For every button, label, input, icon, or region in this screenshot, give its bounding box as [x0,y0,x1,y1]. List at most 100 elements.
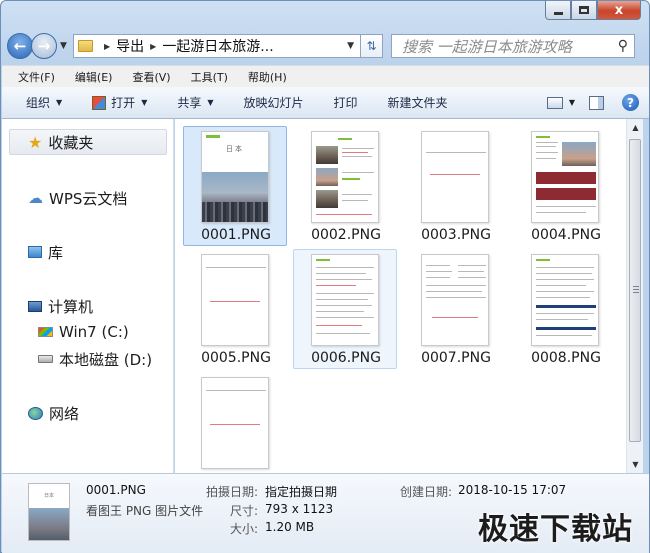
size-value: 1.20 MB [265,520,315,534]
address-history-dropdown[interactable]: ▼ [347,41,354,51]
sidebar-item-label: 收藏夹 [48,133,94,152]
maximize-button[interactable] [571,1,597,20]
city-photo [29,508,69,540]
file-name: 0006.PNG [311,350,381,366]
file-item[interactable]: 0008.PNG [513,249,617,369]
file-name: 0005.PNG [201,350,271,366]
hard-drive-icon [38,355,53,363]
forward-button[interactable]: → [31,33,57,59]
file-item[interactable]: 日本 0001.PNG [183,126,287,246]
address-bar[interactable]: ▶ 导出 ▶ 一起游日本旅游... ▼ [73,34,361,58]
sidebar-item-label: 计算机 [48,297,94,316]
share-button[interactable]: 共享 ▼ [177,94,213,111]
recent-pages-dropdown[interactable]: ▼ [60,41,70,51]
sidebar-item-label: Win7 (C:) [59,323,129,341]
arrow-down-icon: ▼ [632,460,639,469]
preview-pane-icon[interactable] [589,95,604,110]
organize-button[interactable]: 组织 ▼ [26,94,62,111]
print-label: 打印 [333,96,358,110]
sidebar-item-label: 网络 [49,404,80,423]
refresh-button[interactable]: ⇅ [361,34,383,58]
sidebar-item-label: WPS云文档 [49,189,128,208]
search-icon[interactable]: ⚲ [618,38,628,54]
dimensions-value: 793 x 1123 [265,502,334,516]
file-thumbnail [531,131,599,223]
menu-edit[interactable]: 编辑(E) [75,69,113,85]
new-folder-label: 新建文件夹 [387,96,448,110]
change-view-icon[interactable] [546,96,563,109]
minimize-button[interactable] [545,1,571,20]
file-thumbnail [201,254,269,346]
scroll-up-button[interactable]: ▲ [627,119,644,136]
file-name: 0008.PNG [531,350,601,366]
file-name: 0004.PNG [531,227,601,243]
new-folder-button[interactable]: 新建文件夹 [388,94,448,111]
command-toolbar: 组织 ▼ 打开 ▼ 共享 ▼ 放映幻灯片 打印 新建文件夹 ▼ ? [2,87,649,119]
size-label: 大小: [229,522,258,536]
file-thumbnail [311,131,379,223]
network-icon [28,406,43,420]
file-item[interactable]: 0006.PNG [293,249,397,369]
file-thumbnail [531,254,599,346]
slideshow-label: 放映幻灯片 [243,96,304,110]
arrow-right-icon: → [37,37,51,55]
refresh-icon: ⇅ [366,39,377,53]
date-created-value: 2018-10-15 17:07 [458,483,567,497]
sidebar-item-label: 本地磁盘 (D:) [59,350,153,369]
selected-file-type: 看图王 PNG 图片文件 [86,504,204,518]
vertical-scrollbar[interactable]: ▲ ▼ [626,119,643,473]
breadcrumb-current-folder[interactable]: 一起游日本旅游... [162,36,273,56]
sidebar-item-drive-c[interactable]: Win7 (C:) [38,321,129,343]
scroll-down-button[interactable]: ▼ [627,456,644,473]
print-button[interactable]: 打印 [334,94,358,111]
open-button[interactable]: 打开 ▼ [92,94,147,111]
file-thumbnail [421,254,489,346]
search-placeholder: 搜索 一起游日本旅游攻略 [402,37,572,56]
chevron-down-icon: ▼ [60,41,67,51]
back-button[interactable]: ← [7,33,33,59]
menu-bar: 文件(F) 编辑(E) 查看(V) 工具(T) 帮助(H) [2,65,649,87]
file-list: 日本 0001.PNG 0002.PNG 0003.PNG 0004.PNG 0… [175,119,626,473]
sidebar-item-computer[interactable]: 计算机 [28,294,93,318]
sidebar-item-wps-cloud[interactable]: ☁ WPS云文档 [28,186,127,210]
sidebar-item-drive-d[interactable]: 本地磁盘 (D:) [38,348,152,370]
close-button[interactable]: x [597,1,641,20]
file-name: 0003.PNG [421,227,491,243]
breadcrumb-separator-icon[interactable]: ▶ [150,42,156,51]
organize-label: 组织 [26,96,51,110]
file-item[interactable]: 0002.PNG [293,126,397,246]
sidebar-item-network[interactable]: 网络 [28,401,79,425]
menu-help[interactable]: 帮助(H) [248,69,287,85]
menu-file[interactable]: 文件(F) [18,69,55,85]
open-label: 打开 [111,96,136,110]
slideshow-button[interactable]: 放映幻灯片 [244,94,304,111]
view-options-dropdown[interactable]: ▼ [569,98,575,107]
grip-icon [633,286,639,293]
selected-file-name: 0001.PNG [86,483,146,497]
file-item[interactable]: 0007.PNG [403,249,507,369]
details-pane: 日本 0001.PNG 看图王 PNG 图片文件 拍摄日期: 指定拍摄日期 尺寸… [2,473,649,553]
breadcrumb-export[interactable]: 导出 [116,36,144,56]
sidebar-item-library[interactable]: 库 [28,240,63,264]
dimensions-label: 尺寸: [229,504,258,518]
help-icon[interactable]: ? [622,94,639,111]
chevron-down-icon: ▼ [207,98,214,107]
scrollbar-thumb[interactable] [629,139,641,442]
menu-tools[interactable]: 工具(T) [191,69,228,85]
search-input[interactable]: 搜索 一起游日本旅游攻略 ⚲ [391,34,635,58]
file-name: 0002.PNG [311,227,381,243]
windows-drive-icon [38,327,53,337]
file-item[interactable]: 0003.PNG [403,126,507,246]
date-taken-value[interactable]: 指定拍摄日期 [265,483,337,500]
menu-view[interactable]: 查看(V) [132,69,170,85]
file-thumbnail [311,254,379,346]
navigation-pane: ★ 收藏夹 ☁ WPS云文档 库 计算机 Win7 (C:) 本地磁盘 (D:) 网… [2,119,174,473]
file-item[interactable]: 0005.PNG [183,249,287,369]
date-taken-label: 拍摄日期: [205,485,258,499]
sidebar-item-favorites[interactable]: ★ 收藏夹 [9,129,167,155]
breadcrumb-separator-icon[interactable]: ▶ [104,42,110,51]
file-item[interactable]: 0004.PNG [513,126,617,246]
minimize-icon [553,11,563,15]
chevron-down-icon: ▼ [56,98,63,107]
toolbar-right-group: ▼ ? [546,94,639,111]
